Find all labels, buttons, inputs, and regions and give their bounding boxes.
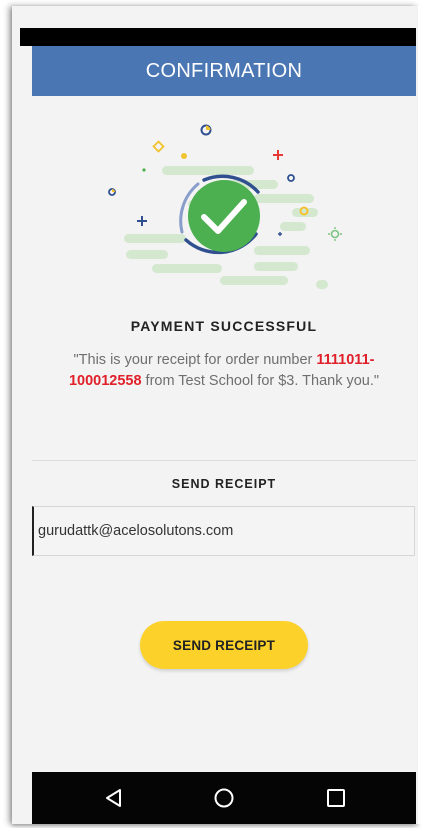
android-navigation-bar: [32, 772, 416, 824]
confetti-ring-2: [287, 174, 295, 182]
confetti-sun: [330, 229, 340, 239]
back-triangle-icon[interactable]: [100, 784, 128, 812]
confetti-dot-1: [181, 153, 187, 159]
confetti-dot-2: [142, 168, 146, 172]
confirmation-content: PAYMENT SUCCESSFUL "This is your receipt…: [32, 96, 416, 772]
receipt-message: "This is your receipt for order number 1…: [52, 350, 396, 392]
confetti-plus-blue: [137, 216, 147, 226]
receipt-message-suffix: from Test School for $3. Thank you.": [141, 373, 380, 389]
payment-success-illustration: [108, 124, 342, 289]
receipt-message-prefix: "This is your receipt for order number: [73, 352, 317, 368]
confetti-plus-small: [278, 232, 282, 236]
frame-edge: [418, 6, 422, 824]
confetti-plus-red: [273, 150, 283, 160]
send-receipt-heading: SEND RECEIPT: [171, 477, 277, 491]
status-bar: [20, 28, 416, 46]
home-circle-icon[interactable]: [210, 784, 238, 812]
payment-status-title: PAYMENT SUCCESSFUL: [130, 318, 318, 334]
recents-square-icon[interactable]: [322, 784, 350, 812]
section-divider: [32, 460, 416, 461]
email-field[interactable]: [32, 506, 415, 556]
page-title: CONFIRMATION: [145, 59, 303, 82]
send-receipt-button[interactable]: SEND RECEIPT: [140, 621, 308, 669]
app-header: CONFIRMATION: [32, 46, 416, 96]
confetti-diamond-1: [152, 140, 165, 153]
check-circle-icon: [188, 180, 260, 252]
